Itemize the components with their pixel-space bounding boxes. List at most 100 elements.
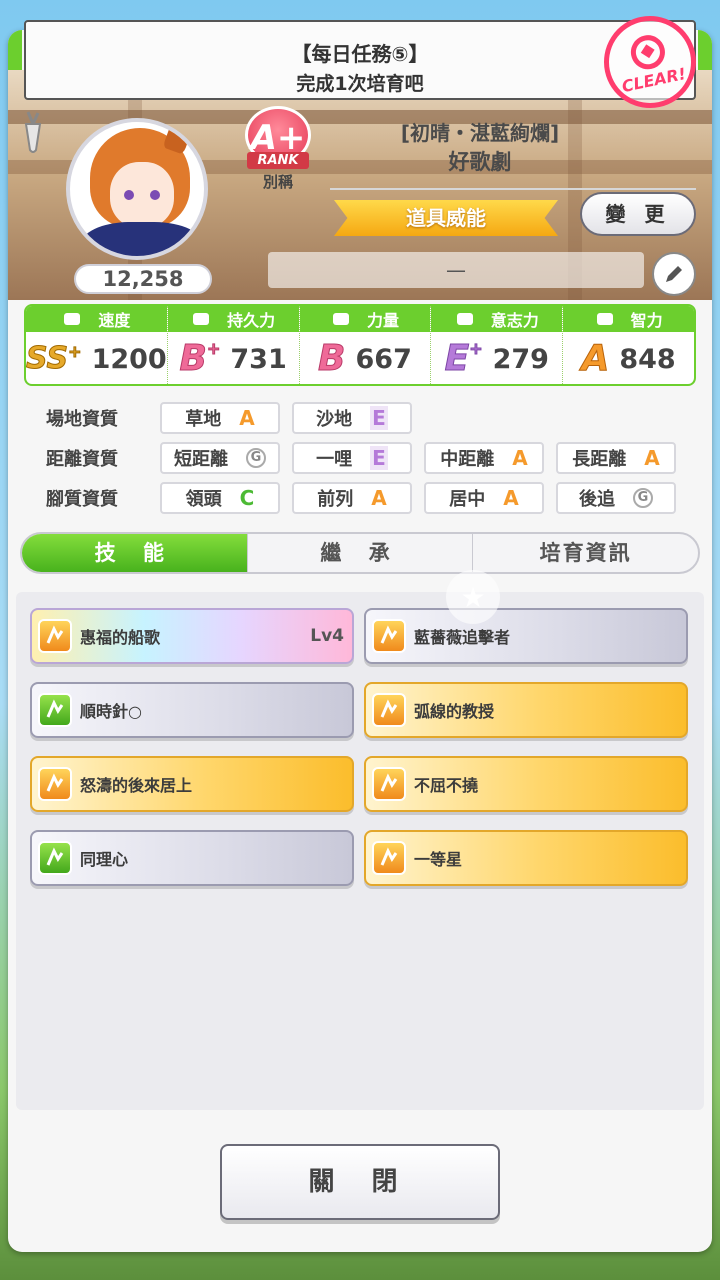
aptitude-name: 長距離	[572, 449, 627, 470]
stat-value: 279	[492, 343, 549, 375]
stat-grade: E+	[444, 338, 483, 379]
speed-skill-icon	[372, 767, 406, 801]
stat-grade: B	[318, 338, 346, 379]
stat-value: 848	[619, 343, 676, 375]
muscle-icon	[331, 311, 351, 327]
recovery-skill-icon	[38, 841, 72, 875]
character-avatar[interactable]	[66, 118, 208, 260]
aptitude-grade: E	[370, 406, 388, 430]
stat-grade: A	[581, 338, 610, 379]
skill-level: Lv4	[310, 626, 344, 646]
aptitude-distance-1: 一哩 E	[292, 442, 412, 474]
rank-badge[interactable]: A+ RANK 別稱	[238, 106, 318, 196]
change-button[interactable]: 變 更	[580, 192, 696, 236]
stat-value: 667	[355, 343, 412, 375]
aptitude-style-3: 後追 G	[556, 482, 676, 514]
aptitude-name: 草地	[185, 409, 222, 430]
skill-item[interactable]: 怒濤的後來居上	[30, 756, 354, 812]
speed-skill-icon	[38, 767, 72, 801]
distance-aptitude-label: 距離資質	[46, 449, 118, 470]
stats-panel: 速度 SS+ 1200 持久力 B+ 731 力量 B 667 意志力 E+ 279 智力 A 848	[24, 304, 696, 386]
track-aptitude-row: 場地資質	[30, 402, 156, 434]
aptitude-name: 一哩	[316, 449, 353, 470]
skill-name: 順時針○	[80, 702, 142, 721]
stat-label: 持久力	[227, 311, 276, 330]
aptitude-track-0: 草地 A	[160, 402, 280, 434]
close-button[interactable]: 關 閉	[220, 1144, 500, 1220]
heart-icon	[191, 311, 211, 327]
speed-skill-icon	[372, 693, 406, 727]
clear-stamp-text: CLEAR!	[620, 63, 688, 96]
stat-4: 智力 A 848	[563, 306, 694, 384]
recovery-skill-icon	[38, 693, 72, 727]
aptitude-grade: A	[371, 486, 387, 510]
stat-value: 731	[230, 343, 287, 375]
aptitude-name: 後追	[579, 489, 615, 510]
stat-3: 意志力 E+ 279	[431, 306, 564, 384]
skill-item[interactable]: 藍薔薇追擊者	[364, 608, 688, 664]
skill-name: 不屈不撓	[414, 776, 479, 795]
horseshoe-icon	[627, 31, 668, 72]
aptitude-style-0: 領頭 C	[160, 482, 280, 514]
aptitude-grade: A	[503, 486, 519, 510]
skill-name: 弧線的教授	[414, 702, 495, 721]
stat-label: 智力	[630, 311, 663, 330]
speed-skill-icon	[38, 619, 72, 653]
skill-name: 藍薔薇追擊者	[414, 628, 511, 647]
character-name: 好歌劇	[448, 150, 512, 174]
aptitude-name: 中距離	[440, 449, 495, 470]
aptitude-grade: A	[239, 406, 255, 430]
mission-title: 【每日任務⑤】	[291, 42, 429, 66]
aptitude-grade: G	[246, 448, 266, 468]
divider	[330, 188, 696, 190]
aptitude-grade: C	[239, 486, 255, 510]
nickname-label: 別稱	[262, 173, 293, 191]
track-aptitude-label: 場地資質	[46, 409, 118, 430]
pencil-icon	[666, 266, 682, 282]
style-aptitude-row: 腳質資質	[30, 482, 156, 514]
stat-label: 速度	[98, 311, 131, 330]
detail-tabs: 技 能 繼 承 培育資訊	[20, 532, 700, 574]
aptitude-name: 沙地	[316, 409, 353, 430]
aptitude-grade: E	[370, 446, 388, 470]
stat-grade: B+	[179, 338, 221, 379]
aptitude-name: 短距離	[174, 449, 228, 470]
distance-aptitude-row: 距離資質	[30, 442, 156, 474]
skill-item[interactable]: 惠福的船歌 Lv4	[30, 608, 354, 664]
aptitude-grade: A	[512, 446, 528, 470]
aptitude-distance-0: 短距離 G	[160, 442, 280, 474]
aptitude-track-1: 沙地 E	[292, 402, 412, 434]
skill-name: 一等星	[414, 850, 463, 869]
skill-item[interactable]: 一等星	[364, 830, 688, 886]
speed-skill-icon	[372, 841, 406, 875]
tab-inheritance[interactable]: 繼 承	[248, 534, 474, 572]
stat-value: 1200	[91, 343, 167, 375]
skill-item[interactable]: 不屈不撓	[364, 756, 688, 812]
aptitude-style-2: 居中 A	[424, 482, 544, 514]
tab-skills[interactable]: 技 能	[22, 534, 248, 572]
edit-button[interactable]	[652, 252, 696, 296]
skill-name: 惠福的船歌	[80, 628, 161, 647]
skill-item[interactable]: 同理心	[30, 830, 354, 886]
stat-1: 持久力 B+ 731	[167, 306, 300, 384]
stat-grade: SS+	[26, 341, 82, 376]
skill-item[interactable]: 弧線的教授	[364, 682, 688, 738]
aptitude-name: 前列	[317, 489, 354, 510]
aptitude-distance-3: 長距離 A	[556, 442, 676, 474]
star-icon: ★	[446, 570, 500, 624]
stat-0: 速度 SS+ 1200	[26, 306, 168, 384]
skill-item[interactable]: 順時針○	[30, 682, 354, 738]
daily-mission-banner[interactable]: 【每日任務⑤】 完成1次培育吧 CLEAR!	[24, 7, 705, 117]
carrot-icon[interactable]	[18, 110, 48, 154]
aptitude-name: 居中	[449, 489, 486, 510]
stat-label: 意志力	[490, 311, 539, 330]
skill-name: 同理心	[80, 850, 129, 869]
title-tag: 道具威能	[334, 200, 558, 236]
tab-training-info[interactable]: 培育資訊	[473, 534, 698, 572]
flame-icon	[455, 311, 475, 327]
aptitude-name: 領頭	[185, 489, 222, 510]
aptitude-distance-2: 中距離 A	[424, 442, 544, 474]
mission-subtitle: 完成1次培育吧	[296, 73, 424, 95]
shoe-icon	[62, 311, 82, 327]
style-aptitude-label: 腳質資質	[46, 489, 118, 510]
